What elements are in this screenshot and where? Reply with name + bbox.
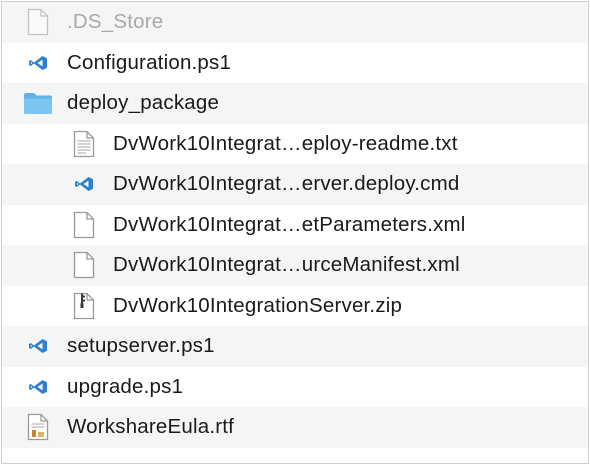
file-list-window: .DS_Store Configuration.ps1 deploy_packa… [1,1,589,464]
file-name: DvWork10IntegrationServer.zip [113,293,403,317]
blank-document-icon [68,209,100,241]
vscode-file-icon [68,168,100,200]
blank-document-icon [22,6,54,38]
list-item[interactable]: DvWork10Integrat…urceManifest.xml [2,245,588,286]
file-name: DvWork10Integrat…etParameters.xml [113,212,466,236]
list-item[interactable]: deploy_package [2,83,588,124]
list-item[interactable]: upgrade.ps1 [2,366,588,407]
rich-text-document-icon [22,411,54,443]
list-item[interactable]: DvWork10Integrat…erver.deploy.cmd [2,164,588,205]
vscode-file-icon [22,330,54,362]
list-item[interactable]: DvWork10Integrat…eploy-readme.txt [2,123,588,164]
vscode-file-icon [22,47,54,79]
file-name: DvWork10Integrat…urceManifest.xml [113,253,460,277]
file-name: Configuration.ps1 [67,50,232,74]
file-name: .DS_Store [67,10,164,34]
file-name: DvWork10Integrat…erver.deploy.cmd [113,172,460,196]
zip-archive-icon [68,290,100,322]
list-item[interactable]: DvWork10IntegrationServer.zip [2,285,588,326]
list-item[interactable]: WorkshareEula.rtf [2,407,588,448]
blank-document-icon [68,249,100,281]
file-name: setupserver.ps1 [67,334,215,358]
list-item[interactable]: Configuration.ps1 [2,42,588,83]
file-name: DvWork10Integrat…eploy-readme.txt [113,131,458,155]
list-item[interactable]: DvWork10Integrat…etParameters.xml [2,204,588,245]
file-list: .DS_Store Configuration.ps1 deploy_packa… [2,2,588,448]
vscode-file-icon [22,371,54,403]
file-name: upgrade.ps1 [67,374,184,398]
text-document-icon [68,128,100,160]
list-item[interactable]: setupserver.ps1 [2,326,588,367]
file-name: deploy_package [67,91,220,115]
folder-icon [22,87,54,119]
list-item[interactable]: .DS_Store [2,2,588,43]
file-name: WorkshareEula.rtf [67,415,235,439]
